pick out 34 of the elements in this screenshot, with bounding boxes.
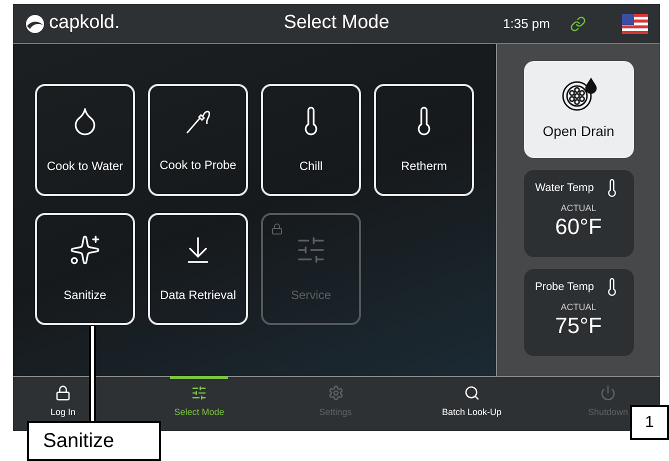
link-icon: [570, 16, 586, 32]
active-tab-indicator: [170, 376, 228, 379]
mode-tile[interactable]: Cook to Water: [35, 84, 135, 196]
logo-icon: [25, 14, 45, 32]
mode-tile[interactable]: Retherm: [374, 84, 474, 196]
drain-icon: [560, 77, 596, 113]
clock-time: 1:35 pm: [503, 14, 550, 33]
lock-icon: [271, 223, 283, 235]
figure-number: 1: [630, 405, 669, 440]
sparkles-icon: [69, 234, 101, 266]
nav-tab[interactable]: Batch Look-Up: [440, 377, 504, 420]
nav-tab[interactable]: Select Mode: [172, 377, 226, 420]
actual-caption: ACTUAL: [560, 202, 596, 215]
mode-tile[interactable]: Sanitize: [35, 213, 135, 325]
mode-tile[interactable]: Cook to Probe: [148, 84, 248, 196]
search-icon: [464, 385, 480, 401]
mode-tile[interactable]: Chill: [261, 84, 361, 196]
brand-name: capkold.: [49, 11, 120, 36]
actual-caption: ACTUAL: [560, 301, 596, 314]
power-icon: [600, 385, 616, 401]
temperature-label: Probe Temp: [534, 280, 594, 295]
temperature-label: Water Temp: [535, 180, 594, 196]
open-drain-button[interactable]: Open Drain: [524, 61, 634, 158]
sliders-icon: [191, 385, 208, 401]
mode-tile[interactable]: Data Retrieval: [148, 213, 248, 325]
callout-label: Sanitize: [27, 421, 161, 461]
settings-icon: [328, 385, 344, 401]
screen-title: Select Mode: [284, 11, 390, 36]
temperature-value: 60°F: [555, 216, 602, 238]
flag-icon[interactable]: [622, 14, 648, 34]
lock-icon: [55, 385, 71, 401]
temperature-value: 75°F: [555, 314, 602, 336]
sliders-icon: [295, 234, 327, 266]
nav-tab[interactable]: Log In: [48, 377, 78, 420]
